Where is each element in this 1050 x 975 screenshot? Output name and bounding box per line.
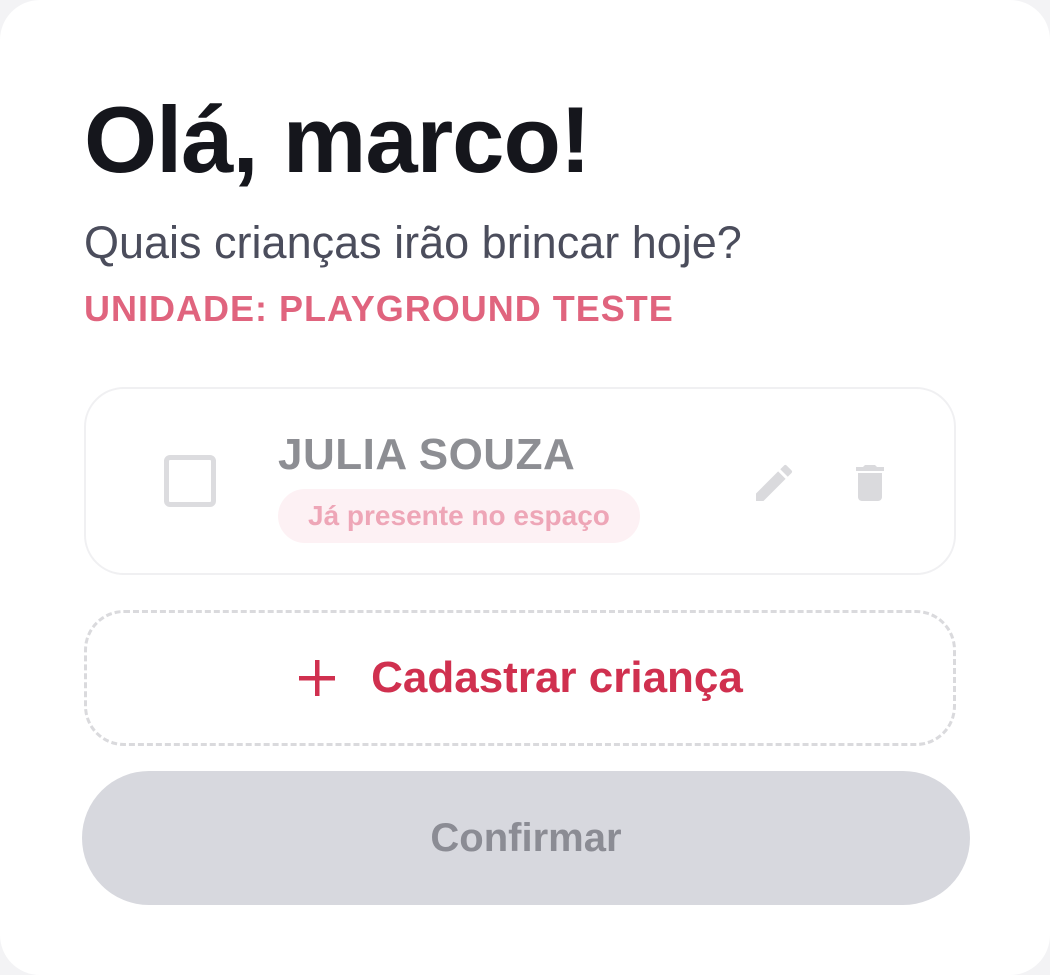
child-list-item: JULIA SOUZA Já presente no espaço (84, 387, 956, 575)
child-select-checkbox[interactable] (164, 455, 216, 507)
confirm-button[interactable]: Confirmar (82, 771, 970, 905)
plus-icon (299, 660, 336, 696)
delete-child-button[interactable] (844, 457, 896, 509)
unit-label: UNIDADE: PLAYGROUND TESTE (84, 288, 674, 329)
add-child-button[interactable]: Cadastrar criança (84, 610, 956, 746)
child-name: JULIA SOUZA (278, 430, 576, 479)
greeting-title: Olá, marco! (84, 87, 591, 192)
status-badge: Já presente no espaço (278, 489, 640, 543)
pencil-icon (756, 464, 793, 501)
trash-icon (856, 465, 884, 501)
selection-card: Olá, marco! Quais crianças irão brincar … (0, 0, 1050, 975)
edit-child-button[interactable] (748, 457, 800, 509)
page-subtitle: Quais crianças irão brincar hoje? (84, 217, 742, 268)
add-child-label: Cadastrar criança (371, 653, 743, 702)
